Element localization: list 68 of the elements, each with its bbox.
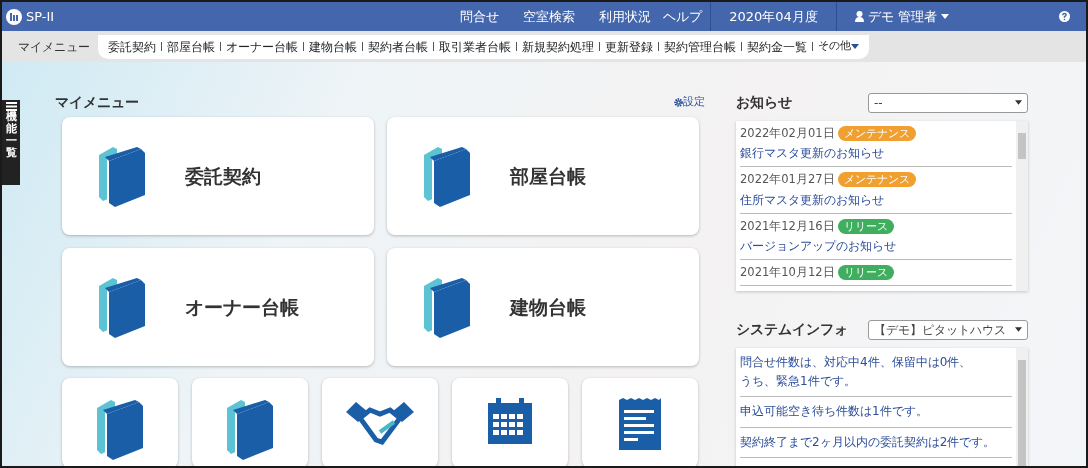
menu-card[interactable] [192,378,308,466]
news-link[interactable]: 住所マスタ更新のお知らせ [740,190,884,209]
menu-card[interactable]: 委託契約 [62,117,374,235]
nav-link[interactable]: ヘルプ [663,6,711,27]
menu-link[interactable]: オーナー台帳 [226,37,298,56]
info-link[interactable]: 契約終了まで2ヶ月以内の委託契約は2件です。 [740,432,996,452]
info-link[interactable]: 問合せ件数は、対応中4件、保留中は0件、 [740,353,972,373]
caret-icon [941,14,949,19]
menu-link[interactable]: 契約管理台帳 [664,37,736,56]
nav-link[interactable]: 空室検索 [511,6,588,27]
book-icon [97,145,147,207]
nav-link[interactable]: 問合せ [448,6,512,27]
menu-card[interactable] [62,378,178,466]
section-title: システムインフォ [736,320,848,339]
category-tag: メンテナンス [837,172,916,188]
menu-link[interactable]: 更新登録 [605,37,653,56]
menu-card[interactable]: 部屋台帳 [387,117,699,235]
filter-select[interactable]: 【デモ】ピタットハウス [868,319,1028,340]
category-tag: リリース [837,218,894,234]
book-icon [422,276,472,338]
news-date: 2021年12月16日 [740,217,835,235]
document-icon [619,398,661,450]
book-icon [97,276,147,338]
book-icon [422,145,472,207]
menu-card[interactable] [452,378,568,466]
menu-link[interactable]: 建物台帳 [309,37,357,56]
logo-icon [6,8,22,25]
section-title: お知らせ [736,93,792,112]
news-date: 2022年02月01日 [740,125,835,142]
menu-card[interactable] [582,378,698,466]
category-tag: メンテナンス [837,126,916,142]
menu-link[interactable]: 契約者台帳 [368,37,428,56]
category-tag: リリース [837,264,894,280]
scrollbar[interactable] [1016,348,1028,466]
list-icon [5,102,17,111]
menu-link[interactable]: 新規契約処理 [522,37,594,56]
filter-select[interactable]: -- [868,92,1028,113]
app-title: SP-II [26,7,55,26]
menu-link[interactable]: 契約金一覧 [747,37,807,56]
calendar-icon [488,398,532,444]
news-date: 2021年10月12日 [740,263,835,281]
book-icon [225,398,275,460]
nav-link[interactable]: 利用状況 [587,6,664,27]
menu-link[interactable]: 部屋台帳 [167,37,215,56]
submenu-label: マイメニュー [18,38,90,56]
menu-card[interactable]: オーナー台帳 [62,248,374,366]
news-date: 2022年01月27日 [740,171,835,189]
caret-icon [1015,327,1022,332]
book-icon [95,398,145,460]
menu-link[interactable]: 取引業者台帳 [439,37,511,56]
scrollbar[interactable] [1016,121,1028,291]
info-link[interactable]: うち、緊急1件です。 [740,372,856,392]
user-icon [854,11,864,22]
caret-icon [851,43,859,49]
caret-icon [1015,100,1022,105]
section-title: マイメニュー [55,93,139,112]
month-label: 2020年04月度 [729,7,818,26]
help-icon[interactable] [1059,11,1070,22]
menu-card[interactable]: 建物台帳 [387,248,699,366]
news-link[interactable]: 銀行マスタ更新のお知らせ [740,144,884,163]
side-panel-tab[interactable]: 機能一覧 [2,100,20,185]
gear-icon [674,97,683,107]
info-link[interactable]: 申込可能空き待ち件数は1件です。 [740,402,928,422]
settings-link[interactable]: 設定 [674,94,705,111]
menu-link[interactable]: 委託契約 [108,37,156,56]
news-link[interactable]: バージョンアップのお知らせ [740,236,896,255]
more-menu-link[interactable]: その他 [818,38,859,55]
menu-card[interactable] [322,378,438,466]
